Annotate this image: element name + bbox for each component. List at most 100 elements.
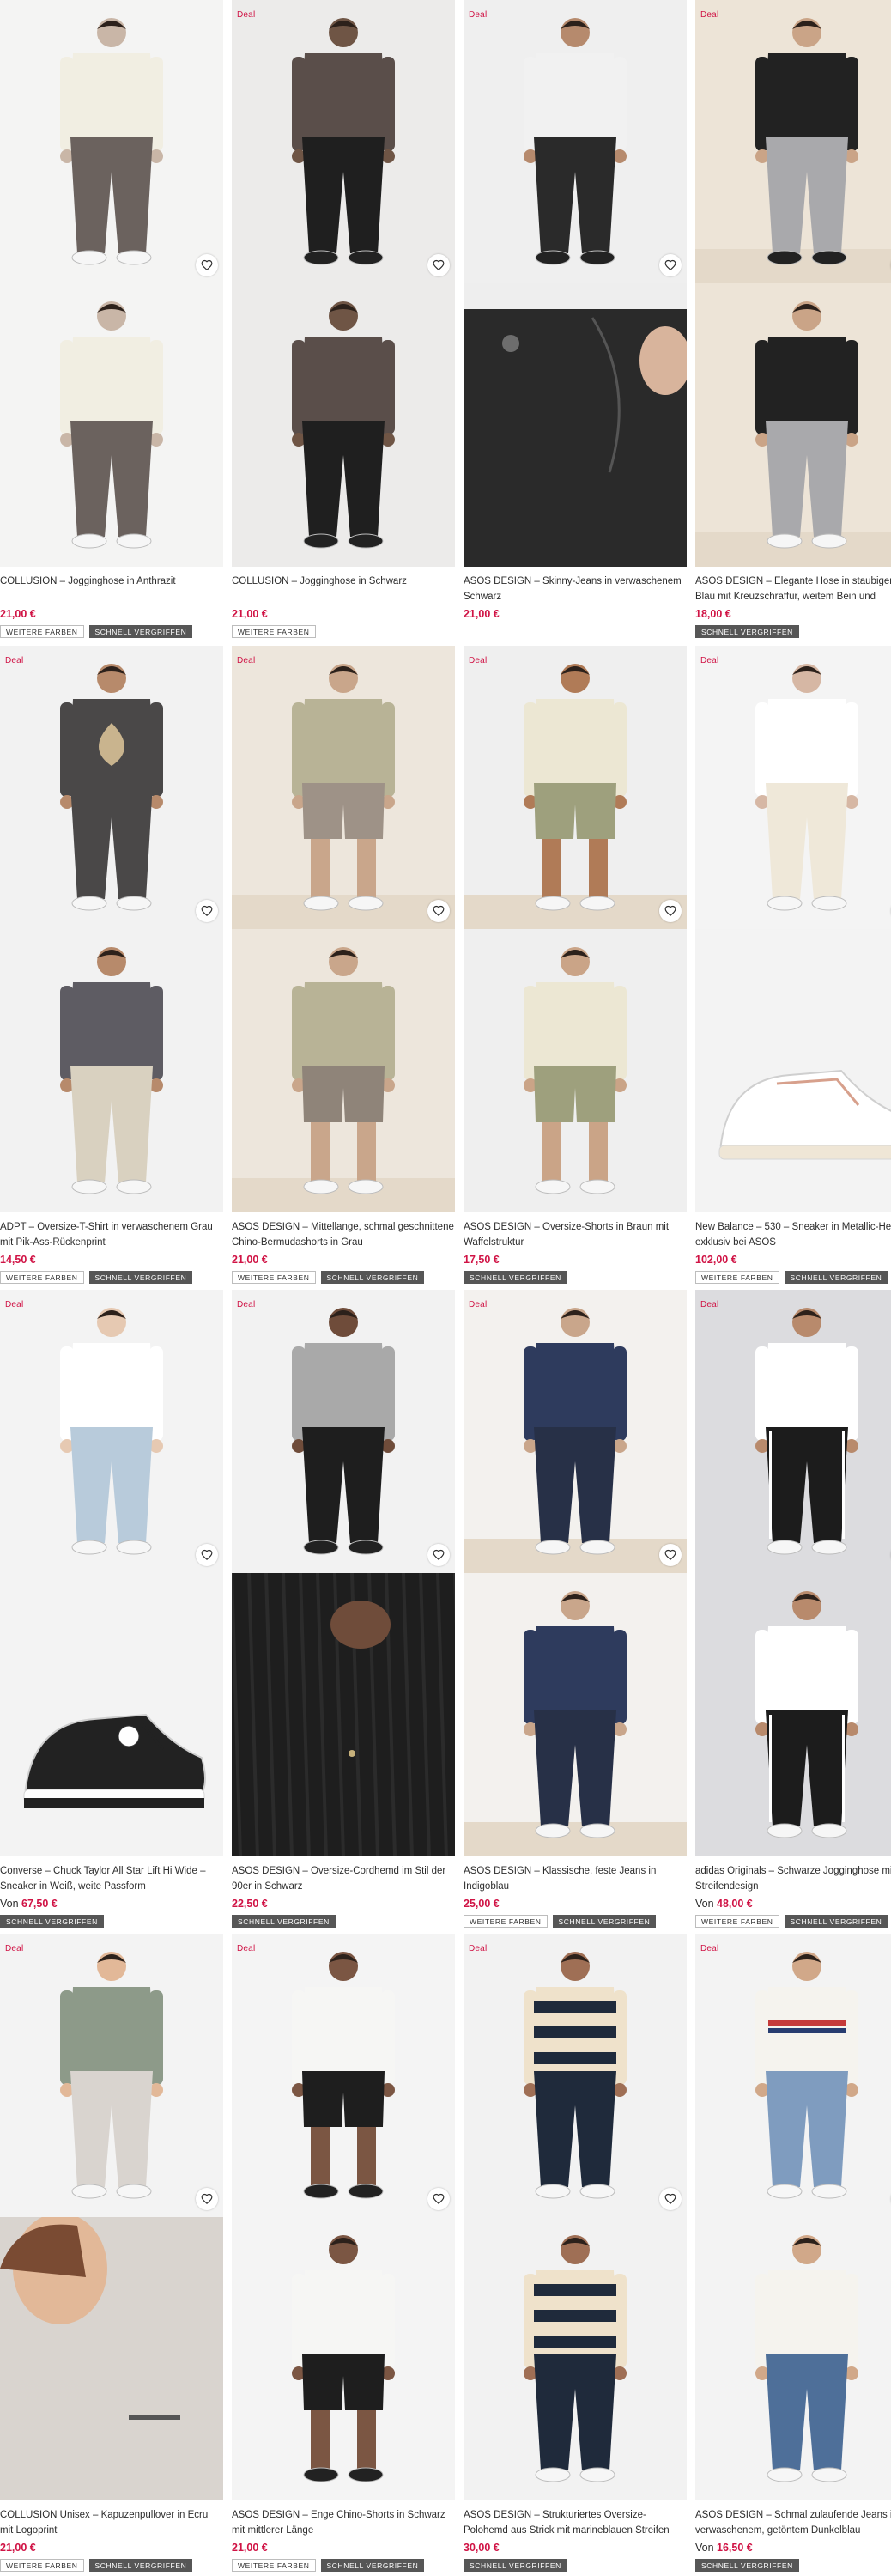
more-colors-badge[interactable]: WEITERE FARBEN xyxy=(0,1271,84,1284)
save-for-later-button[interactable] xyxy=(659,2188,682,2210)
more-colors-badge[interactable]: WEITERE FARBEN xyxy=(232,2559,316,2572)
product-image-primary[interactable] xyxy=(0,1290,223,1573)
product-card[interactable]: Deal adidas Originals – Schwarze Joggingh… xyxy=(695,1290,891,1928)
product-image[interactable]: Deal xyxy=(232,0,455,567)
product-image[interactable]: Deal xyxy=(695,0,891,567)
product-image-primary[interactable] xyxy=(695,0,891,283)
product-title[interactable]: ASOS DESIGN – Mittellange, schmal geschn… xyxy=(232,1219,455,1250)
product-image[interactable]: Deal xyxy=(695,646,891,1212)
more-colors-badge[interactable]: WEITERE FARBEN xyxy=(232,1271,316,1284)
product-title[interactable]: Converse – Chuck Taylor All Star Lift Hi… xyxy=(0,1863,223,1894)
product-image-secondary[interactable] xyxy=(0,929,223,1212)
product-image-secondary[interactable] xyxy=(232,2217,455,2500)
product-image[interactable]: Deal xyxy=(464,1934,687,2500)
product-title[interactable]: New Balance – 530 – Sneaker in Metallic-… xyxy=(695,1219,891,1250)
product-image-primary[interactable] xyxy=(0,646,223,929)
product-image-primary[interactable] xyxy=(232,1934,455,2217)
product-image-primary[interactable] xyxy=(232,646,455,929)
product-image-secondary[interactable] xyxy=(0,1573,223,1856)
product-image-secondary[interactable] xyxy=(464,929,687,1212)
product-image[interactable]: Deal xyxy=(464,646,687,1212)
save-for-later-button[interactable] xyxy=(659,900,682,922)
product-title[interactable]: COLLUSION Unisex – Kapuzenpullover in Ec… xyxy=(0,2507,223,2538)
more-colors-badge[interactable]: WEITERE FARBEN xyxy=(0,625,84,638)
product-image-secondary[interactable] xyxy=(695,2217,891,2500)
product-image[interactable]: Deal xyxy=(0,1290,223,1856)
product-card[interactable]: Deal ASOS DESIGN – Oversize-Cordhemd im S… xyxy=(232,1290,455,1928)
save-for-later-button[interactable] xyxy=(427,900,450,922)
product-image[interactable]: Deal xyxy=(0,646,223,1212)
save-for-later-button[interactable] xyxy=(427,254,450,276)
save-for-later-button[interactable] xyxy=(427,2188,450,2210)
product-title[interactable]: ASOS DESIGN – Elegante Hose in staubigem… xyxy=(695,574,891,605)
product-image-secondary[interactable] xyxy=(0,2217,223,2500)
save-for-later-button[interactable] xyxy=(659,254,682,276)
product-card[interactable]: Deal ASOS DESIGN – Enge Chino-Shorts in S… xyxy=(232,1934,455,2572)
product-image-primary[interactable] xyxy=(464,1934,687,2217)
product-title[interactable]: ADPT – Oversize-T-Shirt in verwaschenem … xyxy=(0,1219,223,1250)
product-card[interactable]: Deal COLLUSION Unisex – Kapuzenpullover i… xyxy=(0,1934,223,2572)
product-image[interactable]: Deal xyxy=(695,1290,891,1856)
product-image-secondary[interactable] xyxy=(464,283,687,567)
product-image-primary[interactable] xyxy=(695,646,891,929)
product-image-primary[interactable] xyxy=(695,1290,891,1573)
product-image-secondary[interactable] xyxy=(695,1573,891,1856)
product-image-secondary[interactable] xyxy=(695,283,891,567)
product-image-primary[interactable] xyxy=(232,1290,455,1573)
product-image[interactable]: Deal xyxy=(0,1934,223,2500)
product-image[interactable]: Deal xyxy=(464,1290,687,1856)
product-card[interactable]: Deal ASOS DESIGN – Schmal zulaufende Jean… xyxy=(695,1934,891,2572)
more-colors-badge[interactable]: WEITERE FARBEN xyxy=(464,1915,548,1928)
product-image-secondary[interactable] xyxy=(232,283,455,567)
product-card[interactable]: Deal COLLUSION – Jogginghose in Schwarz 21… xyxy=(232,0,455,638)
product-title[interactable]: ASOS DESIGN – Skinny-Jeans in verwaschen… xyxy=(464,574,687,605)
product-image-primary[interactable] xyxy=(232,0,455,283)
product-title[interactable]: ASOS DESIGN – Oversize-Shorts in Braun m… xyxy=(464,1219,687,1250)
more-colors-badge[interactable]: WEITERE FARBEN xyxy=(232,625,316,638)
product-image-secondary[interactable] xyxy=(695,929,891,1212)
product-card[interactable]: Deal ASOS DESIGN – Strukturiertes Oversiz… xyxy=(464,1934,687,2572)
product-image[interactable]: Deal xyxy=(232,1290,455,1856)
product-image-primary[interactable] xyxy=(0,0,223,283)
product-image[interactable] xyxy=(0,0,223,567)
product-title[interactable]: ASOS DESIGN – Klassische, feste Jeans in… xyxy=(464,1863,687,1894)
product-title[interactable]: ASOS DESIGN – Strukturiertes Oversize-Po… xyxy=(464,2507,687,2538)
more-colors-badge[interactable]: WEITERE FARBEN xyxy=(695,1271,779,1284)
product-title[interactable]: COLLUSION – Jogginghose in Schwarz xyxy=(232,574,455,605)
product-image-primary[interactable] xyxy=(464,1290,687,1573)
product-image[interactable]: Deal xyxy=(695,1934,891,2500)
product-image[interactable]: Deal xyxy=(464,0,687,567)
product-image-secondary[interactable] xyxy=(0,283,223,567)
product-title[interactable]: adidas Originals – Schwarze Jogginghose … xyxy=(695,1863,891,1894)
product-card[interactable]: Deal ASOS DESIGN – Klassische, feste Jean… xyxy=(464,1290,687,1928)
save-for-later-button[interactable] xyxy=(427,1544,450,1566)
product-card[interactable]: Deal ADPT – Oversize-T-Shirt in verwasche… xyxy=(0,646,223,1284)
save-for-later-button[interactable] xyxy=(196,2188,218,2210)
product-image-secondary[interactable] xyxy=(464,1573,687,1856)
product-image-primary[interactable] xyxy=(464,0,687,283)
product-title[interactable]: ASOS DESIGN – Enge Chino-Shorts in Schwa… xyxy=(232,2507,455,2538)
more-colors-badge[interactable]: WEITERE FARBEN xyxy=(0,2559,84,2572)
save-for-later-button[interactable] xyxy=(196,254,218,276)
save-for-later-button[interactable] xyxy=(659,1544,682,1566)
product-card[interactable]: Deal ASOS DESIGN – Mittellange, schmal ge… xyxy=(232,646,455,1284)
product-image-primary[interactable] xyxy=(0,1934,223,2217)
save-for-later-button[interactable] xyxy=(196,900,218,922)
product-title[interactable]: ASOS DESIGN – Schmal zulaufende Jeans in… xyxy=(695,2507,891,2538)
product-card[interactable]: Deal ASOS DESIGN – Oversize-Shorts in Bra… xyxy=(464,646,687,1284)
product-image[interactable]: Deal xyxy=(232,646,455,1212)
save-for-later-button[interactable] xyxy=(196,1544,218,1566)
product-image-primary[interactable] xyxy=(695,1934,891,2217)
product-card[interactable]: COLLUSION – Jogginghose in Anthrazit 21,0… xyxy=(0,0,223,638)
product-image-secondary[interactable] xyxy=(232,929,455,1212)
product-image[interactable]: Deal xyxy=(232,1934,455,2500)
product-image-secondary[interactable] xyxy=(464,2217,687,2500)
more-colors-badge[interactable]: WEITERE FARBEN xyxy=(695,1915,779,1928)
product-card[interactable]: Deal Converse – Chuck Taylor All Star Lif… xyxy=(0,1290,223,1928)
product-image-secondary[interactable] xyxy=(232,1573,455,1856)
product-card[interactable]: Deal New Balance – 530 – Sneaker in Metal… xyxy=(695,646,891,1284)
product-card[interactable]: Deal ASOS DESIGN – Skinny-Jeans in verwas… xyxy=(464,0,687,625)
product-card[interactable]: Deal ASOS DESIGN – Elegante Hose in staub… xyxy=(695,0,891,638)
product-title[interactable]: ASOS DESIGN – Oversize-Cordhemd im Stil … xyxy=(232,1863,455,1894)
product-title[interactable]: COLLUSION – Jogginghose in Anthrazit xyxy=(0,574,223,605)
